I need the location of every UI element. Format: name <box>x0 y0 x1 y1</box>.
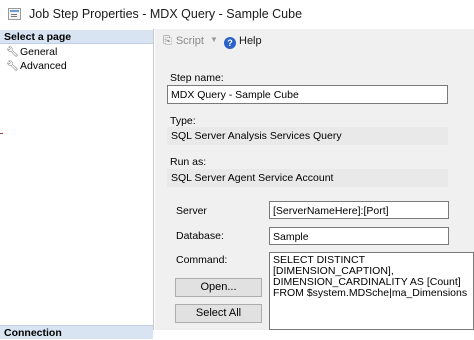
page-selector-pane: Select a page 🔧︎General 🔧︎Advanced Conne… <box>0 29 154 339</box>
title-bar: Job Step Properties - MDX Query - Sample… <box>0 0 474 30</box>
type-field[interactable]: SQL Server Analysis Services Query <box>167 127 448 145</box>
step-name-label: Step name: <box>170 72 224 84</box>
page-item-label: Advanced <box>20 60 67 72</box>
database-input[interactable]: Sample <box>269 227 449 245</box>
select-page-header: Select a page <box>0 30 153 44</box>
toolbar: ⎘ Script ▼ ? Help <box>155 29 474 56</box>
help-icon: ? <box>224 37 236 49</box>
server-label: Server <box>176 205 207 217</box>
help-button[interactable]: ? Help <box>224 35 262 49</box>
page-item-general[interactable]: 🔧︎General <box>6 45 57 59</box>
connection-header: Connection <box>0 325 153 339</box>
open-button[interactable]: Open... <box>175 278 262 297</box>
command-label: Command: <box>176 254 228 266</box>
run-as-field[interactable]: SQL Server Agent Service Account <box>167 169 448 187</box>
page-item-advanced[interactable]: 🔧︎Advanced <box>6 59 67 73</box>
script-button[interactable]: ⎘ Script <box>163 35 204 48</box>
step-name-input[interactable]: MDX Query - Sample Cube <box>167 85 448 104</box>
server-input[interactable]: [ServerNameHere]:[Port] <box>269 201 449 219</box>
wrench-icon: 🔧︎ <box>6 47 19 58</box>
window-title: Job Step Properties - MDX Query - Sample… <box>29 7 303 21</box>
run-as-label: Run as: <box>170 156 207 168</box>
command-textarea[interactable]: SELECT DISTINCT [DIMENSION_CAPTION], DIM… <box>269 252 474 330</box>
database-label: Database: <box>176 230 224 242</box>
command-line: FROM $system.MDSche|ma_Dimensions <box>273 287 468 299</box>
help-label: Help <box>239 35 262 47</box>
chevron-down-icon[interactable]: ▼ <box>210 35 218 44</box>
script-label: Script <box>175 35 204 47</box>
script-icon: ⎘ <box>163 35 172 47</box>
page-item-label: General <box>20 46 58 58</box>
wrench-icon: 🔧︎ <box>6 61 19 72</box>
select-all-button[interactable]: Select All <box>175 304 262 323</box>
edge-marker <box>0 133 3 134</box>
type-label: Type: <box>170 115 196 127</box>
window-icon <box>8 8 21 20</box>
